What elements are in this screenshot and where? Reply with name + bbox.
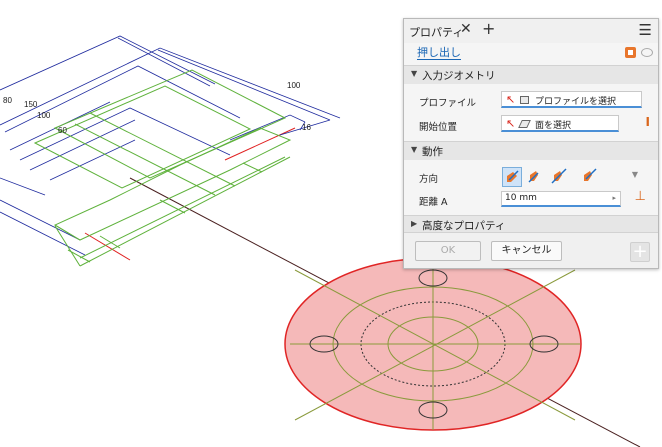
offset-icon[interactable]: I bbox=[646, 115, 650, 129]
property-panel: プロパティ ✕ + ☰ 押し出し ▼ 入力ジオメトリ プロファイル ↖ プロファ… bbox=[403, 18, 659, 269]
section-input-geometry[interactable]: ▼ 入力ジオメトリ bbox=[404, 65, 658, 84]
panel-footer: OK キャンセル + bbox=[404, 232, 658, 268]
visibility-icon[interactable] bbox=[641, 48, 653, 57]
dim-80-label[interactable]: 80 bbox=[3, 96, 12, 105]
expand-icon: ▶ bbox=[411, 219, 418, 228]
add-tab-icon[interactable]: + bbox=[482, 19, 495, 38]
direction-asymmetric-button[interactable] bbox=[580, 167, 600, 187]
menu-icon[interactable]: ☰ bbox=[639, 21, 652, 39]
chevron-right-icon[interactable]: ▸ bbox=[612, 194, 616, 202]
section-title: 動作 bbox=[422, 146, 443, 158]
start-value: 面を選択 bbox=[535, 121, 572, 131]
apply-button[interactable]: + bbox=[630, 242, 650, 262]
command-row: 押し出し bbox=[404, 43, 658, 63]
section-title: 入力ジオメトリ bbox=[422, 70, 496, 82]
select-arrow-icon: ↖ bbox=[506, 117, 516, 130]
start-selector[interactable]: ↖ 面を選択 bbox=[501, 115, 619, 132]
close-icon[interactable]: ✕ bbox=[460, 21, 472, 37]
profile-value: プロファイルを選択 bbox=[535, 97, 617, 107]
dimension-lines bbox=[0, 35, 341, 256]
chevron-down-icon[interactable]: ▼ bbox=[632, 170, 638, 179]
profile-selector[interactable]: ↖ プロファイルを選択 bbox=[501, 91, 642, 108]
select-arrow-icon: ↖ bbox=[506, 93, 516, 106]
direction-label: 方向 bbox=[419, 174, 439, 185]
disk-profile[interactable] bbox=[284, 257, 582, 431]
dim-60-label[interactable]: 60 bbox=[58, 126, 67, 135]
tab-properties[interactable]: プロパティ bbox=[409, 24, 463, 40]
direction-flipped-button[interactable] bbox=[526, 167, 546, 187]
section-behavior[interactable]: ▼ 動作 bbox=[404, 141, 658, 160]
start-label: 開始位置 bbox=[419, 122, 458, 133]
distance-input[interactable]: 10 mm ▸ bbox=[501, 191, 621, 207]
face-shape-icon bbox=[518, 120, 531, 128]
ok-button[interactable]: OK bbox=[415, 241, 481, 261]
collapse-icon: ▼ bbox=[411, 69, 418, 78]
preset-icon[interactable] bbox=[625, 47, 636, 58]
dim-150-label[interactable]: 150 bbox=[24, 100, 38, 109]
cancel-button[interactable]: キャンセル bbox=[491, 241, 562, 261]
command-title[interactable]: 押し出し bbox=[417, 46, 461, 60]
dim-100-label[interactable]: 100 bbox=[287, 81, 301, 90]
profile-shape-icon bbox=[520, 96, 529, 104]
direction-symmetric-button[interactable] bbox=[550, 167, 570, 187]
dim-16-label[interactable]: 16 bbox=[302, 123, 311, 132]
direction-default-button[interactable] bbox=[502, 167, 522, 187]
distance-label: 距離 A bbox=[419, 197, 448, 208]
dim-100b-label[interactable]: 100 bbox=[37, 111, 51, 120]
distance-value: 10 mm bbox=[505, 193, 537, 203]
section-title: 高度なプロパティ bbox=[422, 220, 506, 232]
panel-tab-bar: プロパティ ✕ + ☰ bbox=[404, 19, 658, 43]
collapse-icon: ▼ bbox=[411, 145, 418, 154]
flip-direction-icon[interactable]: ⊥ bbox=[635, 189, 646, 204]
profile-label: プロファイル bbox=[419, 98, 477, 109]
